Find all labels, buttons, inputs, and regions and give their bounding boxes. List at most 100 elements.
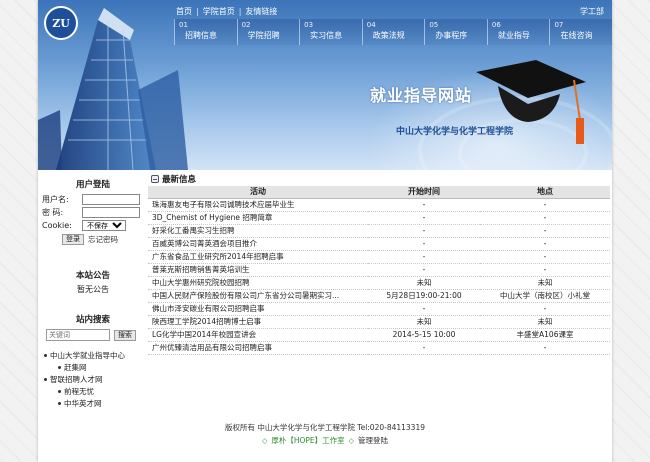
nav-item-online-consult[interactable]: 07 在线咨询 (549, 19, 612, 45)
main-navbar: 01 招聘信息 02 学院招聘 03 实习信息 04 政策法规 05 办事程序 … (174, 19, 612, 45)
column-header-location: 地点 (480, 186, 610, 199)
start-time-cell: - (368, 224, 480, 238)
location-cell: - (480, 237, 610, 251)
link-chinahr[interactable]: 中华英才网 (44, 397, 148, 409)
password-input[interactable] (82, 206, 140, 218)
news-icon (151, 175, 159, 183)
sidebar: 用户登陆 用户名: 密 码: Cookie: 不保存 登录 忘记密码 本站公告 … (38, 172, 148, 422)
start-time-cell: 5月28日19:00-21:00 (368, 289, 480, 303)
activity-cell[interactable]: 佛山市泽安碳业有限公司招聘启事 (148, 302, 368, 316)
footer: 版权所有 中山大学化学与化学工程学院 Tel:020-84113319 ◇ 厚朴… (38, 422, 612, 445)
start-time-cell: 2014-5-15 10:00 (368, 328, 480, 342)
start-time-cell: - (368, 211, 480, 225)
username-input[interactable] (82, 193, 140, 205)
copyright-text: 版权所有 中山大学化学与化学工程学院 Tel:020-84113319 (225, 423, 425, 432)
start-time-cell: - (368, 237, 480, 251)
search-button[interactable]: 搜索 (114, 329, 136, 341)
notice-text: 暂无公告 (77, 285, 109, 294)
bullet-icon (58, 401, 61, 405)
table-row[interactable]: 普莱克斯招聘销售菁英培训生 - - (148, 263, 610, 277)
login-title: 用户登陆 (75, 180, 110, 190)
activity-cell[interactable]: 好采化工番禺实习生招聘 (148, 224, 368, 238)
events-table: 活动 开始时间 地点 珠海惠友电子有限公司诚聘技术应届毕业生 - -3D_Chemi… (148, 186, 610, 355)
table-header-row: 活动 开始时间 地点 (148, 186, 610, 199)
activity-cell[interactable]: LG化学中国2014年校园宣讲会 (148, 328, 368, 342)
column-header-start-time: 开始时间 (368, 186, 480, 199)
activity-cell[interactable]: 珠海惠友电子有限公司诚聘技术应届毕业生 (148, 198, 368, 212)
top-links: 首页 | 学院首页 | 友情链接 (176, 6, 278, 17)
activity-cell[interactable]: 3D_Chemist of Hygiene 招聘简章 (148, 211, 368, 225)
activity-cell[interactable]: 百威英博公司菁英酒会项目推介 (148, 237, 368, 251)
nav-item-college-recruitment[interactable]: 02 学院招聘 (236, 19, 300, 45)
table-row[interactable]: 广东省食品工业研究所2014年招聘启事 - - (148, 250, 610, 264)
link-51job[interactable]: 前程无忧 (44, 385, 148, 397)
table-row[interactable]: 好采化工番禺实习生招聘 - - (148, 224, 610, 238)
bullet-icon (44, 377, 47, 381)
bullet-icon (58, 365, 61, 369)
diamond-icon: ◇ (261, 436, 268, 445)
table-row[interactable]: 佛山市泽安碳业有限公司招聘启事 - - (148, 302, 610, 316)
footer-link-admin-login[interactable]: 管理登陆 (358, 435, 388, 446)
nav-item-internship[interactable]: 03 实习信息 (299, 19, 362, 45)
location-cell: - (480, 211, 610, 225)
nav-item-procedures[interactable]: 05 办事程序 (424, 19, 487, 45)
nav-item-recruitment-info[interactable]: 01 招聘信息 (174, 19, 237, 45)
username-label: 用户名: (42, 194, 69, 204)
start-time-cell: - (368, 250, 480, 264)
diamond-icon: ◇ (348, 436, 355, 445)
main-content: 最新信息 活动 开始时间 地点 珠海惠友电子有限公司诚聘技术应届毕业生 - -3D_… (148, 172, 610, 422)
table-row[interactable]: 中山大学惠州研究院校园招聘 未知 未知 (148, 276, 610, 290)
forgot-password-link[interactable]: 忘记密码 (88, 234, 118, 245)
table-row[interactable]: 陕西理工学院2014招聘博士启事 未知 未知 (148, 315, 610, 329)
start-time-cell: - (368, 341, 480, 355)
table-row[interactable]: 3D_Chemist of Hygiene 招聘简章 - - (148, 211, 610, 225)
activity-cell[interactable]: 陕西理工学院2014招聘博士启事 (148, 315, 368, 329)
location-cell: 丰盛堂A106课室 (480, 328, 610, 342)
location-cell: 中山大学（南校区）小礼堂 (480, 289, 610, 303)
cookie-select[interactable]: 不保存 (82, 219, 126, 231)
table-row[interactable]: 中国人民财产保险股份有限公司广东省分公司暑期实习... 5月28日19:00-21… (148, 289, 610, 303)
top-link-college-home[interactable]: 学院首页 (203, 6, 235, 17)
login-button[interactable]: 登录 (62, 234, 84, 245)
location-cell: - (480, 263, 610, 277)
start-time-cell: - (368, 263, 480, 277)
location-cell: - (480, 341, 610, 355)
location-cell: - (480, 302, 610, 316)
nav-item-policies[interactable]: 04 政策法规 (361, 19, 425, 45)
table-row[interactable]: 广州优臻清洁用品有限公司招聘启事 - - (148, 341, 610, 355)
activity-cell[interactable]: 中山大学惠州研究院校园招聘 (148, 276, 368, 290)
link-ganji[interactable]: 赶集网 (44, 361, 148, 373)
table-row[interactable]: 珠海惠友电子有限公司诚聘技术应届毕业生 - - (148, 198, 610, 212)
top-link-friendly-links[interactable]: 友情链接 (245, 6, 277, 17)
graduation-cap-icon (476, 60, 586, 144)
link-zhaopin[interactable]: 智联招聘人才网 (44, 373, 148, 385)
footer-link-hope-studio[interactable]: 厚朴【HOPE】工作室 (271, 435, 344, 446)
location-cell: - (480, 224, 610, 238)
start-time-cell: 未知 (368, 276, 480, 290)
activity-cell[interactable]: 广州优臻清洁用品有限公司招聘启事 (148, 341, 368, 355)
header-banner: ZU 首页 | 学院首页 | 友情链接 学工部 01 招聘信息 02 学院招聘 … (38, 0, 612, 170)
start-time-cell: - (368, 302, 480, 316)
notice-title: 本站公告 (75, 271, 110, 281)
search-input[interactable] (46, 329, 110, 341)
activity-cell[interactable]: 中国人民财产保险股份有限公司广东省分公司暑期实习... (148, 289, 368, 303)
cookie-label: Cookie: (42, 220, 72, 230)
table-row[interactable]: LG化学中国2014年校园宣讲会 2014-5-15 10:00 丰盛堂A106课室 (148, 328, 610, 342)
start-time-cell: 未知 (368, 315, 480, 329)
nav-item-career-guidance[interactable]: 06 就业指导 (486, 19, 550, 45)
university-logo: ZU (44, 6, 78, 40)
location-cell: - (480, 250, 610, 264)
table-row[interactable]: 百威英博公司菁英酒会项目推介 - - (148, 237, 610, 251)
top-link-home[interactable]: 首页 (176, 6, 192, 17)
password-label: 密 码: (42, 207, 64, 217)
activity-cell[interactable]: 普莱克斯招聘销售菁英培训生 (148, 263, 368, 277)
top-link-student-affairs[interactable]: 学工部 (580, 6, 604, 17)
latest-info-header: 最新信息 (148, 172, 610, 186)
location-cell: 未知 (480, 315, 610, 329)
page-container: ZU 首页 | 学院首页 | 友情链接 学工部 01 招聘信息 02 学院招聘 … (38, 0, 612, 462)
friendly-links-list: 中山大学就业指导中心 赶集网 智联招聘人才网 前程无忧 中华英才网 (38, 349, 148, 409)
bullet-icon (44, 353, 47, 357)
activity-cell[interactable]: 广东省食品工业研究所2014年招聘启事 (148, 250, 368, 264)
search-title: 站内搜索 (75, 315, 110, 325)
link-sysu-career-center[interactable]: 中山大学就业指导中心 (44, 349, 148, 361)
